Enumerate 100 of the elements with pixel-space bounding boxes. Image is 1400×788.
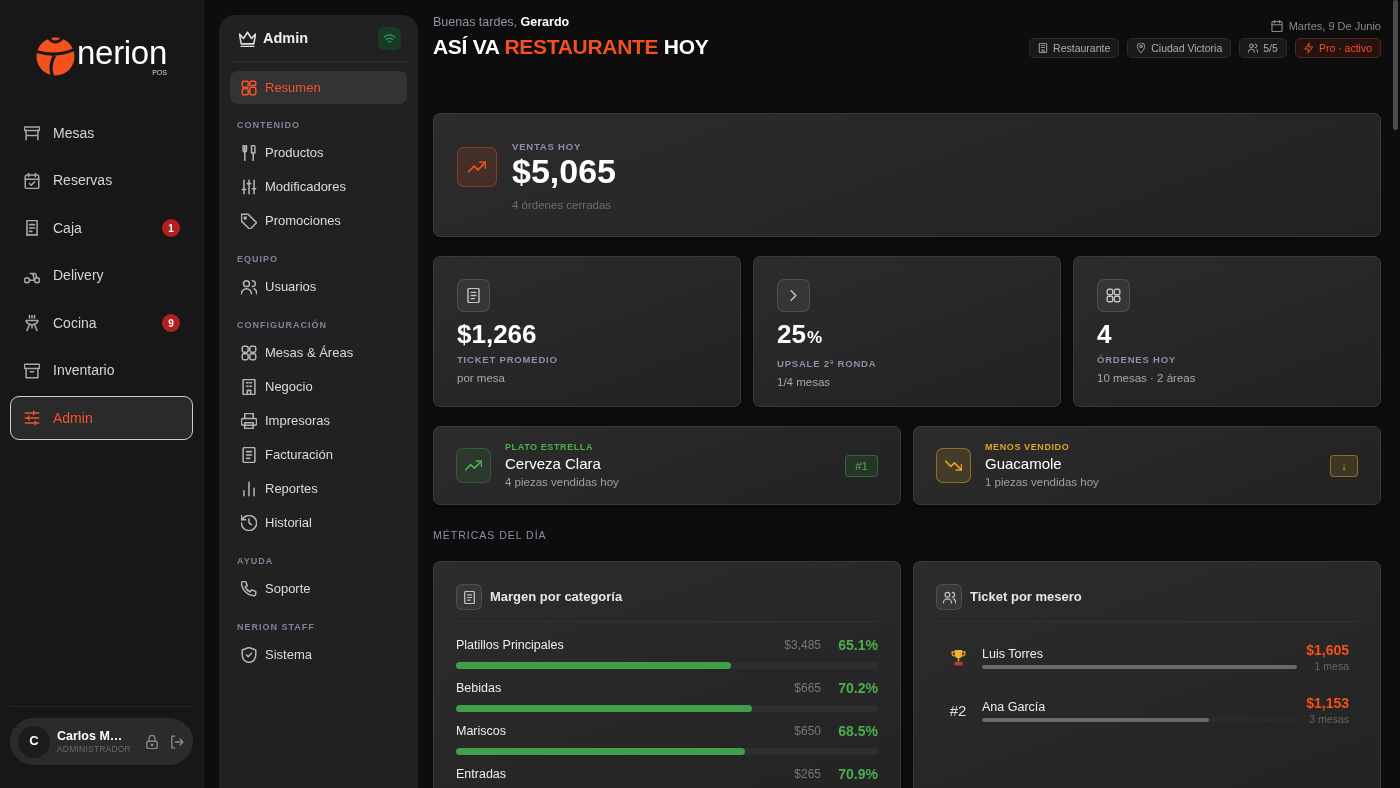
panel-title: Ticket por mesero [970, 589, 1082, 605]
panel-title: Margen por categoría [490, 589, 623, 605]
waiter-amount: $1,605 [1305, 642, 1349, 659]
sidebar-item[interactable]: Delivery [10, 253, 193, 298]
menu-item[interactable]: Impresoras [230, 404, 407, 438]
section-heading: AYUDA [236, 555, 275, 568]
building-icon [1038, 43, 1049, 53]
document-icon [456, 584, 482, 610]
stat-note: 10 mesas · 2 áreas [1097, 371, 1197, 385]
shield-check-icon [241, 647, 257, 663]
trend-up-icon [456, 448, 491, 483]
waiter-name: Luis Torres [982, 646, 1044, 662]
archive-icon [24, 362, 40, 379]
category-amount: $650 [794, 723, 821, 739]
category-name: Platillos Principales [456, 637, 564, 653]
section-heading: NERION STAFF [236, 621, 316, 634]
receipt-icon [24, 220, 40, 236]
grill-icon [24, 315, 40, 331]
stat-value: $5,065 [512, 152, 616, 190]
layout-icon [241, 79, 257, 96]
trend-up-icon [457, 147, 497, 187]
menu-item[interactable]: Negocio [230, 370, 407, 404]
sidebar-item[interactable]: Cocina 9 [10, 301, 193, 345]
logout-icon [170, 734, 184, 749]
users-icon [241, 279, 257, 295]
stat-value: 4 [1097, 319, 1113, 349]
product-name: Cerveza Clara [505, 455, 602, 473]
sidebar-item[interactable]: Admin [10, 396, 193, 440]
category-amount: $3,485 [784, 637, 821, 653]
waiter-amount: $1,153 [1305, 695, 1349, 712]
menu-item[interactable]: Promociones [230, 204, 407, 238]
scrollbar[interactable] [1393, 0, 1398, 130]
menu-item[interactable]: Soporte [230, 572, 407, 606]
category-name: Bebidas [456, 680, 502, 696]
product-note: 4 piezas vendidas hoy [505, 475, 619, 489]
chip-label: Restaurante [1053, 42, 1111, 54]
lock-icon [145, 734, 159, 749]
chip-label: 5/5 [1263, 42, 1278, 54]
stat-value: 25% [777, 319, 824, 351]
menu-item[interactable]: Usuarios [230, 270, 407, 304]
margin-percent: 70.2% [837, 680, 878, 696]
sliders-icon [24, 410, 40, 426]
rank-label: #2 [949, 701, 967, 720]
sidebar-item[interactable]: Mesas [10, 111, 193, 155]
menu-item[interactable]: Sistema [230, 638, 407, 672]
chevron-right-icon [777, 279, 810, 312]
menu-item[interactable]: Resumen [230, 71, 407, 104]
trend-down-icon [936, 448, 971, 483]
category-name: Mariscos [456, 723, 506, 739]
menu-item[interactable]: Reportes [230, 472, 407, 506]
count-badge: 1 [162, 219, 180, 237]
user-name: Carlos M… [57, 728, 124, 744]
stat-label: VENTAS HOY [512, 142, 583, 152]
tag-icon [241, 213, 257, 229]
product-note: 1 piezas vendidas hoy [985, 475, 1099, 489]
wifi-icon [378, 26, 401, 50]
lightning-icon [1303, 43, 1314, 53]
waiter-note: 3 mesas [1308, 713, 1349, 726]
sidebar-item[interactable]: Reservas [10, 158, 193, 203]
map-pin-icon [1136, 43, 1147, 53]
stat-label: TICKET PROMEDIO [457, 355, 559, 365]
logo-icon [36, 37, 76, 76]
menu-item[interactable]: Historial [230, 506, 407, 540]
building-icon [241, 379, 257, 395]
calendar-check-icon [24, 172, 40, 189]
rank-badge: ↓ [1330, 454, 1358, 477]
sliders-icon [241, 179, 257, 195]
stat-value: $1,266 [457, 319, 538, 349]
avatar: C [18, 725, 50, 758]
document-icon [241, 447, 257, 463]
waiter-note: 1 mesa [1313, 660, 1349, 673]
grid-icon [1097, 279, 1130, 312]
category-amount: $265 [794, 766, 821, 782]
sidebar-item[interactable]: Inventario [10, 348, 193, 393]
page-title: ASÍ VA RESTAURANTE HOY [433, 35, 709, 59]
section-heading: CONTENIDO [236, 119, 301, 132]
chip-label: Pro · activo [1318, 42, 1372, 54]
menu-item[interactable]: Mesas & Áreas [230, 336, 407, 370]
menu-item[interactable]: Modificadores [230, 170, 407, 204]
menu-item[interactable]: Productos [230, 136, 407, 170]
user-role: ADMINISTRADOR [57, 743, 131, 755]
chip-label: Ciudad Victoria [1151, 42, 1223, 54]
greeting-text: Buenas tardes, Gerardo [433, 15, 571, 29]
grid-icon [241, 345, 257, 361]
menu-item[interactable]: Facturación [230, 438, 407, 472]
trophy-icon [950, 649, 966, 666]
product-name: Guacamole [985, 455, 1063, 473]
panel-title: Admin [263, 29, 309, 47]
margin-percent: 65.1% [837, 637, 878, 653]
waiter-name: Ana García [982, 699, 1047, 715]
stat-note: 1/4 mesas [777, 375, 832, 389]
stat-note: por mesa [457, 371, 506, 385]
category-name: Entradas [456, 766, 507, 782]
users-icon [1248, 43, 1259, 53]
margin-percent: 70.9% [837, 766, 878, 782]
printer-icon [241, 413, 257, 429]
highlight-label: PLATO ESTRELLA [505, 442, 595, 453]
count-badge: 9 [162, 314, 180, 332]
sidebar-item[interactable]: Caja 1 [10, 206, 193, 250]
stat-label: ÓRDENES HOY [1097, 355, 1177, 365]
